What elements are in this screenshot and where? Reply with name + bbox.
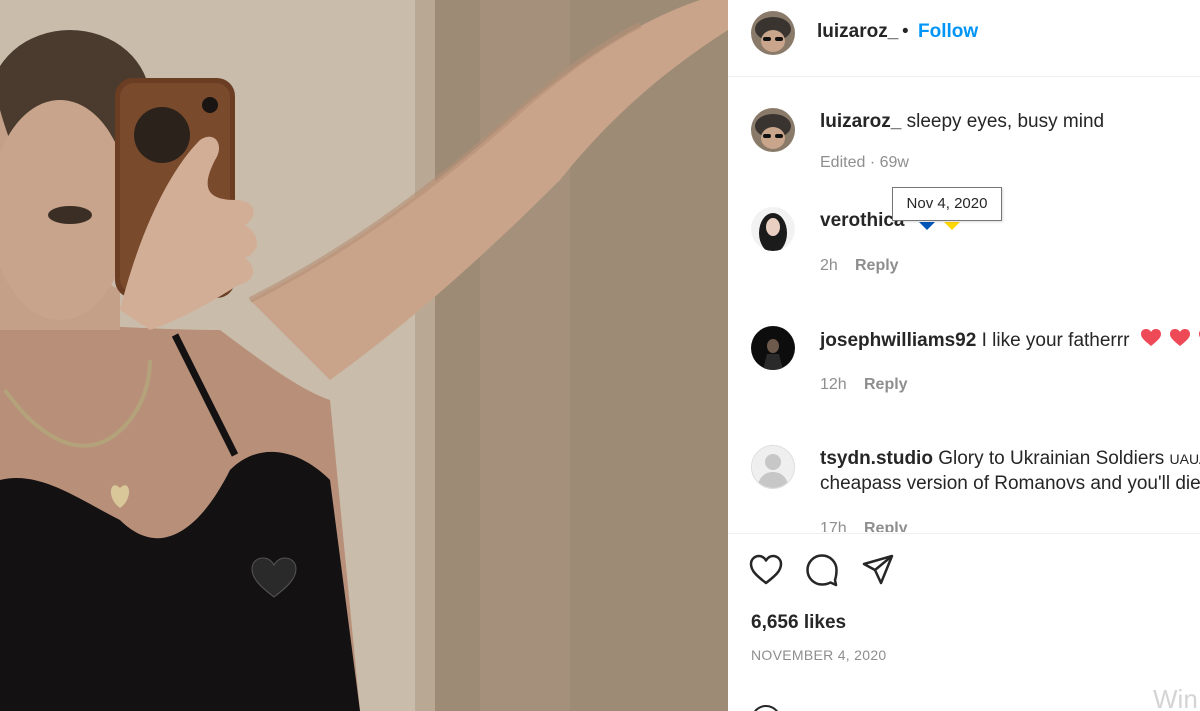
comment-username[interactable]: josephwilliams92: [820, 330, 976, 351]
comment-text-line2: cheapass version of Romanovs and you'll …: [820, 473, 1200, 494]
heart-outline-icon[interactable]: [749, 553, 783, 587]
comment-time[interactable]: 12h: [820, 376, 847, 394]
emoji-icon[interactable]: [751, 705, 781, 711]
author-username[interactable]: luizaroz_: [817, 21, 898, 43]
speech-bubble-icon[interactable]: [805, 553, 839, 587]
comment-time[interactable]: 17h: [820, 520, 847, 532]
comment: tsydn.studio Glory to Ukrainian Soldiers…: [820, 448, 1200, 470]
caption-text: sleepy eyes, busy mind: [906, 111, 1105, 132]
caption: luizaroz_ sleepy eyes, busy mind: [820, 111, 1104, 133]
follow-button[interactable]: Follow: [918, 21, 978, 43]
avatar[interactable]: [751, 326, 795, 370]
caption-meta[interactable]: Edited · 69w: [820, 154, 909, 172]
avatar[interactable]: [751, 445, 795, 489]
comment-time[interactable]: 2h: [820, 257, 838, 275]
comment: josephwilliams92 I like your fatherrr: [820, 329, 1200, 352]
paper-plane-icon[interactable]: [861, 553, 895, 587]
separator-dot: •: [902, 21, 909, 42]
avatar[interactable]: [751, 207, 795, 251]
post-actions: 6,656 likes NOVEMBER 4, 2020 Win: [728, 533, 1200, 711]
post-photo[interactable]: [0, 0, 728, 711]
red-heart-icon: [1169, 329, 1190, 352]
likes-count[interactable]: 6,656 likes: [751, 612, 846, 634]
post-details-panel: luizaroz_ • Follow luizaroz_ sleepy eyes…: [728, 0, 1200, 711]
comment-username[interactable]: tsydn.studio: [820, 448, 933, 469]
post-photo-illustration: [0, 0, 728, 711]
date-tooltip: Nov 4, 2020: [892, 187, 1002, 221]
comment-text-suffix: UAUA: [1169, 451, 1200, 467]
post-header: luizaroz_ • Follow: [728, 0, 1200, 77]
windows-watermark: Win: [1153, 684, 1198, 711]
avatar[interactable]: [751, 11, 795, 55]
reply-button[interactable]: Reply: [864, 520, 908, 532]
comment-text: I like your fatherrr: [981, 330, 1130, 351]
avatar[interactable]: [751, 108, 795, 152]
black-heart-icon: [251, 557, 297, 598]
comments-list[interactable]: luizaroz_ sleepy eyes, busy mind Edited …: [728, 77, 1200, 532]
caption-username[interactable]: luizaroz_: [820, 111, 901, 132]
comment-text: Glory to Ukrainian Soldiers: [938, 448, 1165, 469]
reply-button[interactable]: Reply: [855, 257, 899, 275]
post-date[interactable]: NOVEMBER 4, 2020: [751, 647, 887, 663]
red-heart-icon: [1140, 329, 1161, 352]
reply-button[interactable]: Reply: [864, 376, 908, 394]
